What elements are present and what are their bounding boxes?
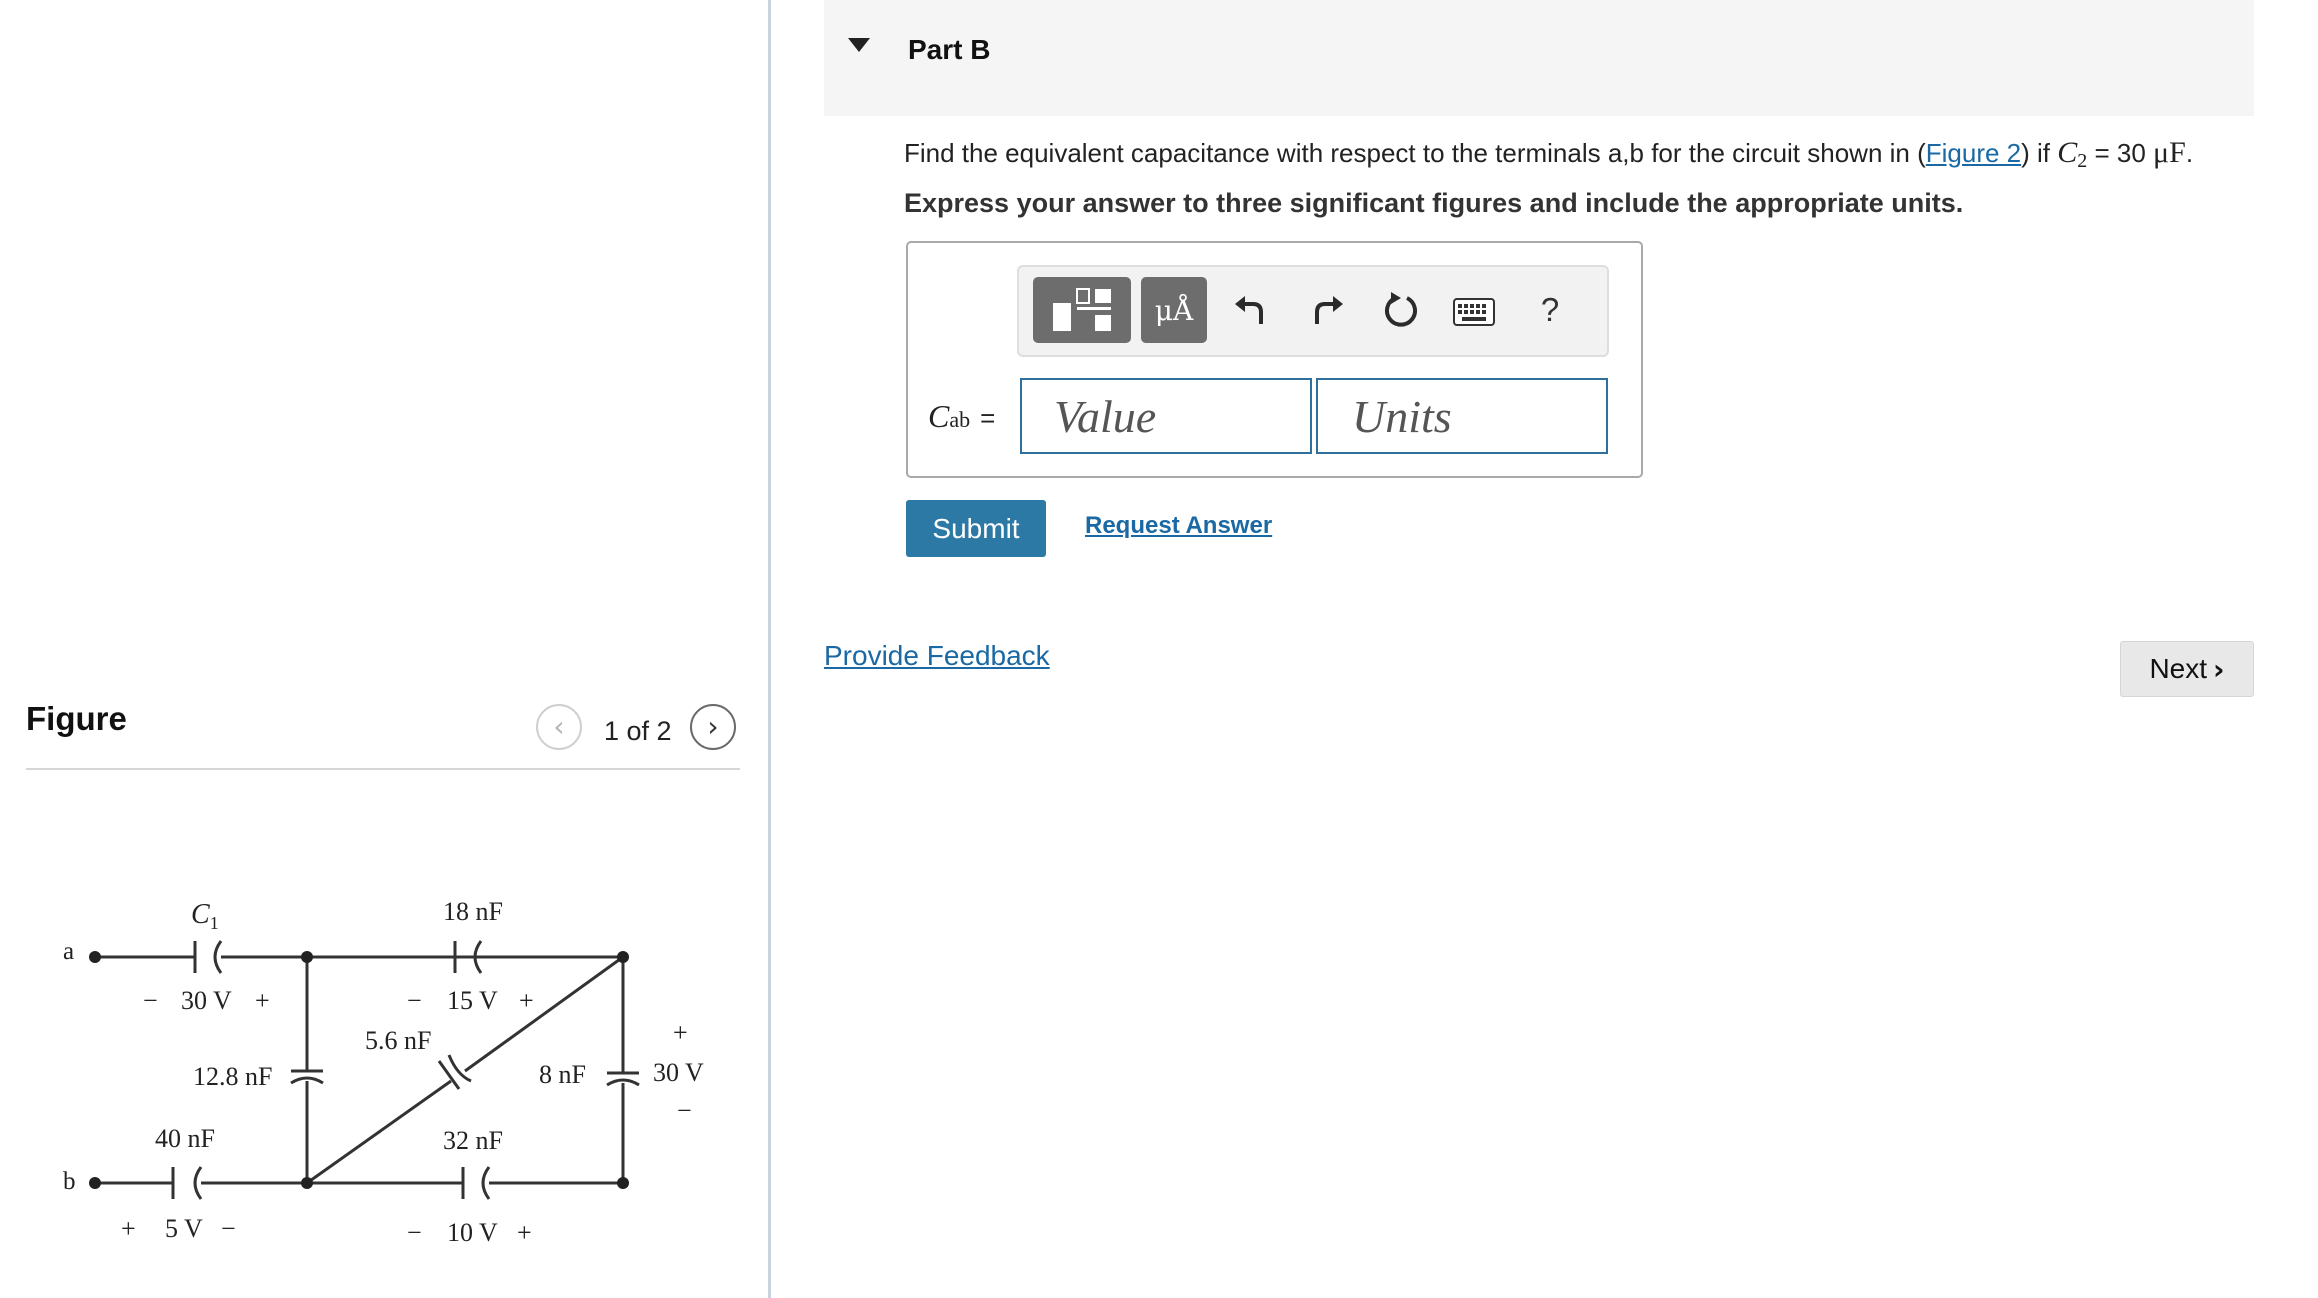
pane-divider: [768, 0, 771, 1298]
instruction-text: Express your answer to three significant…: [904, 188, 1964, 218]
request-answer-link[interactable]: Request Answer: [1085, 512, 1272, 540]
undo-icon: [1235, 296, 1263, 324]
terminal-a-label: a: [63, 938, 74, 965]
c18-label: 18 nF: [443, 897, 503, 926]
c32-minus: −: [407, 1218, 422, 1247]
provide-feedback-link[interactable]: Provide Feedback: [824, 640, 1050, 672]
figure-title: Figure: [26, 700, 127, 737]
c32-label: 32 nF: [443, 1126, 503, 1155]
c18-minus: −: [407, 986, 422, 1015]
c40-plus: +: [121, 1214, 136, 1243]
question-end: .: [2185, 138, 2194, 168]
submit-button[interactable]: Submit: [906, 500, 1046, 557]
c1-voltage-label: 30 V: [181, 986, 232, 1015]
c40-label: 40 nF: [155, 1124, 215, 1153]
c18-plus: +: [519, 986, 534, 1015]
c8-plus: +: [673, 1018, 688, 1047]
question-unit: μF: [2153, 136, 2186, 169]
reset-icon: [1385, 292, 1417, 327]
c32-voltage-label: 10 V: [447, 1218, 498, 1247]
chevron-left-icon: ‹: [553, 710, 565, 743]
redo-button[interactable]: [1304, 287, 1350, 333]
c1-plus: +: [255, 986, 270, 1015]
cab-label: Cab =: [928, 398, 996, 434]
c2-variable: C2: [2057, 136, 2088, 172]
c12-8-label: 12.8 nF: [193, 1062, 272, 1091]
help-button[interactable]: ?: [1530, 287, 1570, 333]
figure-2-link[interactable]: Figure 2: [1926, 138, 2021, 168]
c8-voltage-label: 30 V: [653, 1058, 704, 1087]
units-input[interactable]: [1316, 378, 1608, 454]
collapse-triangle-icon[interactable]: [848, 38, 870, 52]
chevron-right-icon: ›: [2213, 652, 2225, 686]
question-middle: ) if: [2021, 138, 2058, 168]
figure-divider: [26, 768, 740, 770]
c32-plus: +: [517, 1218, 532, 1247]
c8-minus: −: [677, 1096, 692, 1125]
chevron-right-icon: ›: [707, 710, 719, 743]
keyboard-icon: [1453, 298, 1495, 326]
next-label: Next: [2149, 653, 2208, 684]
next-button[interactable]: Next ›: [2120, 641, 2254, 697]
part-title: Part B: [908, 34, 991, 65]
figure-counter: 1 of 2: [604, 716, 672, 746]
terminal-b-label: b: [63, 1168, 76, 1195]
question-prefix: Find the equivalent capacitance with res…: [904, 138, 1926, 168]
part-header[interactable]: [824, 0, 2254, 116]
c5-6-label: 5.6 nF: [365, 1026, 431, 1055]
c8-label: 8 nF: [539, 1060, 586, 1089]
keyboard-button[interactable]: [1452, 292, 1496, 332]
circuit-diagram: a b C1 − 30 V + 18 nF − 15 V + 5.6 nF 12…: [63, 897, 704, 1247]
question-text: Find the equivalent capacitance with res…: [904, 136, 2193, 173]
value-input[interactable]: [1020, 378, 1312, 454]
reset-button[interactable]: [1378, 287, 1424, 333]
c18-voltage-label: 15 V: [447, 986, 498, 1015]
redo-icon: [1315, 296, 1343, 324]
question-suffix: = 30: [2087, 138, 2154, 168]
template-icon: [1053, 288, 1111, 331]
c40-voltage-label: 5 V: [165, 1214, 203, 1243]
prev-figure-button[interactable]: ‹: [536, 704, 582, 750]
templates-button[interactable]: [1033, 277, 1131, 343]
undo-button[interactable]: [1228, 287, 1274, 333]
c1-label: C1: [191, 899, 219, 933]
units-button[interactable]: μÅ: [1141, 277, 1207, 343]
next-figure-button[interactable]: ›: [690, 704, 736, 750]
c40-minus: −: [221, 1214, 236, 1243]
c1-minus: −: [143, 986, 158, 1015]
